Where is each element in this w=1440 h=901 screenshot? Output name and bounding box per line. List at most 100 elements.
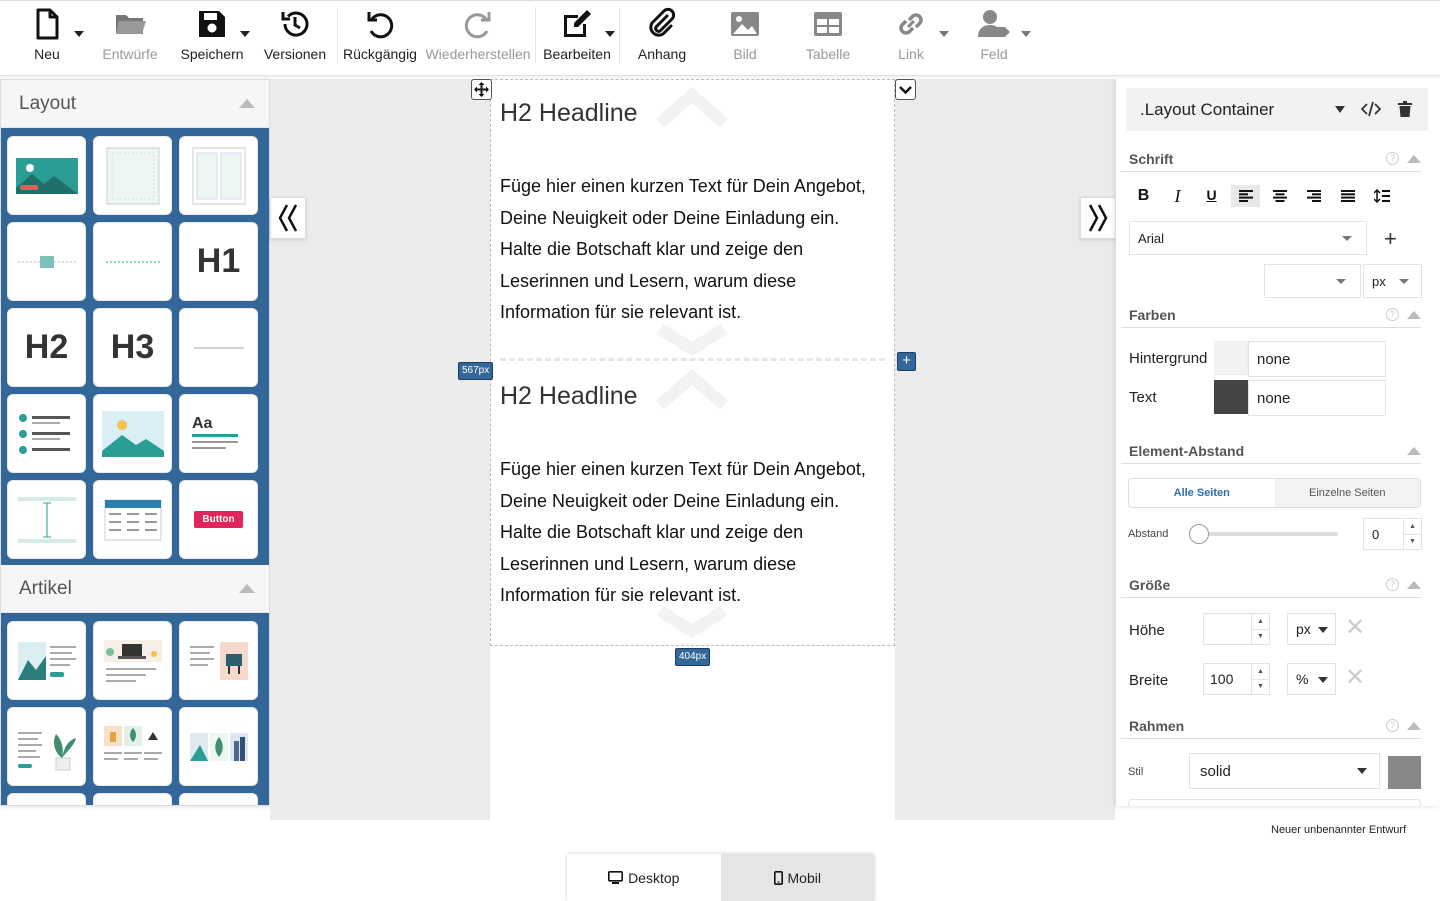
tile-line-divider[interactable] (179, 308, 258, 387)
tile-h1[interactable]: H1 (179, 222, 258, 301)
clear-height-icon[interactable]: ✕ (1345, 613, 1365, 642)
tile-image-divider[interactable] (7, 222, 86, 301)
new-dropdown-caret[interactable] (74, 31, 84, 37)
tile-article-image-left[interactable] (7, 621, 86, 700)
tile-table[interactable] (93, 480, 172, 559)
collapse-up-icon[interactable] (239, 99, 255, 108)
border-section-header[interactable]: Rahmen ? (1121, 713, 1421, 739)
spacing-section-header[interactable]: Element-Abstand (1121, 438, 1421, 464)
desktop-view-button[interactable]: Desktop (567, 854, 721, 901)
tile-vertical-spacer[interactable] (7, 480, 86, 559)
line-height-button[interactable] (1367, 185, 1396, 207)
tile-article-more[interactable] (7, 793, 86, 805)
tile-button[interactable]: Button (179, 480, 258, 559)
tile-two-columns[interactable] (179, 136, 258, 215)
width-stepper[interactable]: ▲ ▼ (1251, 664, 1269, 694)
link-dropdown-caret[interactable] (939, 31, 949, 37)
background-color-input[interactable]: none (1248, 341, 1386, 377)
collapse-up-icon[interactable] (1407, 580, 1421, 589)
redo-button[interactable]: Wiederherstellen (425, 7, 531, 69)
trash-icon[interactable] (1398, 101, 1412, 117)
collapse-right-panel-button[interactable] (1080, 197, 1116, 239)
new-button[interactable]: Neu (30, 7, 64, 69)
tile-h3[interactable]: H3 (93, 308, 172, 387)
collapse-left-panel-button[interactable] (270, 197, 306, 239)
content-block-2[interactable]: H2 Headline Füge hier einen kurzen Text … (500, 382, 880, 612)
collapse-up-icon[interactable] (1407, 310, 1421, 319)
spacing-input[interactable]: 0 ▲ ▼ (1363, 518, 1422, 550)
add-font-button[interactable]: + (1384, 226, 1397, 252)
mobile-view-button[interactable]: Mobil (720, 854, 874, 901)
width-input[interactable]: 100 ▲ ▼ (1203, 663, 1270, 695)
tile-one-column[interactable] (93, 136, 172, 215)
tile-checklist[interactable] (7, 394, 86, 473)
font-family-select[interactable]: Arial (1129, 221, 1367, 255)
save-button[interactable]: Speichern (180, 7, 244, 69)
border-color-swatch[interactable] (1388, 756, 1421, 789)
element-selector[interactable]: .Layout Container (1126, 88, 1428, 131)
height-stepper[interactable]: ▲ ▼ (1251, 614, 1269, 644)
move-handle[interactable] (471, 79, 492, 100)
text-color-swatch[interactable] (1214, 380, 1248, 414)
block-headline[interactable]: H2 Headline (500, 382, 880, 411)
collapse-up-icon[interactable] (1407, 154, 1421, 163)
tab-all-sides[interactable]: Alle Seiten (1129, 479, 1275, 507)
field-button[interactable]: Feld (975, 7, 1013, 69)
edit-button[interactable]: Bearbeiten (543, 7, 611, 69)
collapse-up-icon[interactable] (1407, 446, 1421, 455)
tile-article-gallery[interactable] (179, 707, 258, 786)
font-size-unit-select[interactable]: px (1363, 264, 1422, 298)
tile-image[interactable] (93, 394, 172, 473)
collapse-up-icon[interactable] (239, 584, 255, 593)
add-block-button[interactable]: + (897, 352, 916, 371)
tile-article-more[interactable] (93, 793, 172, 805)
block-headline[interactable]: H2 Headline (500, 99, 880, 128)
link-button[interactable]: Link (892, 7, 930, 69)
height-unit-select[interactable]: px (1287, 613, 1336, 645)
clear-width-icon[interactable]: ✕ (1345, 663, 1365, 692)
help-icon[interactable]: ? (1386, 152, 1399, 165)
spacing-slider-track[interactable] (1200, 532, 1338, 536)
text-color-input[interactable]: none (1248, 380, 1386, 416)
align-right-button[interactable] (1299, 185, 1328, 207)
undo-button[interactable]: Rückgängig (343, 7, 417, 69)
font-section-header[interactable]: Schrift ? (1121, 146, 1421, 172)
image-button[interactable]: Bild (730, 7, 760, 69)
tile-article-three-columns[interactable] (93, 707, 172, 786)
block-body-text[interactable]: Füge hier einen kurzen Text für Dein Ang… (500, 171, 880, 329)
tile-article-image-right[interactable] (179, 621, 258, 700)
articles-section-header[interactable]: Artikel (1, 565, 269, 613)
height-input[interactable]: ▲ ▼ (1203, 613, 1270, 645)
size-section-header[interactable]: Größe ? (1121, 572, 1421, 598)
versions-button[interactable]: Versionen (264, 7, 326, 69)
border-style-select[interactable]: solid (1189, 753, 1380, 789)
container-options-handle[interactable] (895, 79, 916, 100)
content-block-1[interactable]: H2 Headline Füge hier einen kurzen Text … (500, 99, 880, 329)
table-button[interactable]: Tabelle (806, 7, 850, 69)
tile-article-laptop[interactable] (93, 621, 172, 700)
block-body-text[interactable]: Füge hier einen kurzen Text für Dein Ang… (500, 454, 880, 612)
edit-dropdown-caret[interactable] (605, 31, 615, 37)
background-color-swatch[interactable] (1214, 341, 1248, 375)
align-center-button[interactable] (1265, 185, 1294, 207)
field-dropdown-caret[interactable] (1021, 31, 1031, 37)
tile-spacer[interactable] (93, 222, 172, 301)
tile-article-plant[interactable] (7, 707, 86, 786)
code-icon[interactable] (1361, 101, 1381, 117)
tile-hero-image[interactable] (7, 136, 86, 215)
bold-button[interactable]: B (1129, 185, 1158, 207)
colors-section-header[interactable]: Farben ? (1121, 302, 1421, 328)
collapse-up-icon[interactable] (1407, 721, 1421, 730)
help-icon[interactable]: ? (1386, 719, 1399, 732)
width-unit-select[interactable]: % (1287, 663, 1336, 695)
layout-section-header[interactable]: Layout (1, 80, 269, 128)
tile-h2[interactable]: H2 (7, 308, 86, 387)
help-icon[interactable]: ? (1386, 578, 1399, 591)
tab-single-sides[interactable]: Einzelne Seiten (1274, 479, 1420, 507)
spacing-stepper[interactable]: ▲ ▼ (1403, 519, 1421, 549)
underline-button[interactable]: U (1197, 185, 1226, 207)
spacing-slider-knob[interactable] (1189, 524, 1209, 544)
drafts-button[interactable]: Entwürfe (102, 7, 158, 69)
align-justify-button[interactable] (1333, 185, 1362, 207)
attachment-button[interactable]: Anhang (638, 7, 686, 69)
